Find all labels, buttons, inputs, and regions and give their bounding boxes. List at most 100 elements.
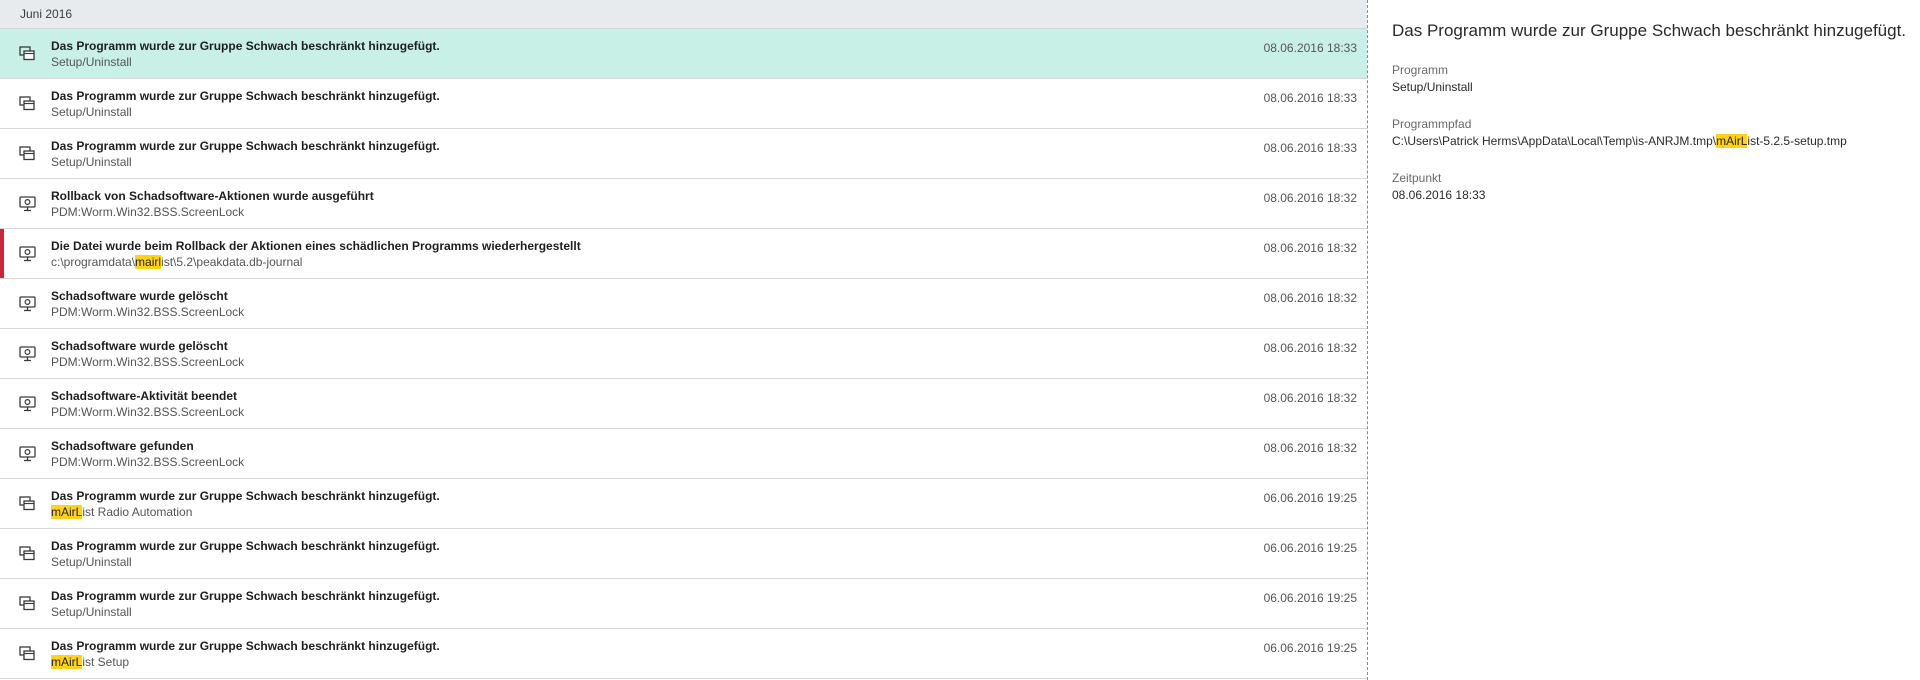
list-item-text: Das Programm wurde zur Gruppe Schwach be…: [51, 38, 1167, 70]
list-item-text: Das Programm wurde zur Gruppe Schwach be…: [51, 488, 1167, 520]
monitor-scan-icon: [19, 396, 37, 412]
group-header: Juni 2016: [0, 0, 1367, 29]
list-item[interactable]: Schadsoftware-Aktivität beendet PDM:Worm.…: [0, 379, 1367, 429]
list-item-subtitle-pre: c:\programdata\: [51, 255, 136, 269]
field-time-value: 08.06.2016 18:33: [1392, 188, 1486, 202]
monitor-scan-icon: [19, 196, 37, 212]
list-item-text: Die Datei wurde beim Rollback der Aktion…: [51, 238, 1167, 270]
field-program: Programm Setup/Uninstall: [1392, 62, 1912, 96]
monitor-scan-icon: [19, 296, 37, 312]
list-item-subtitle-pre: PDM:Worm.Win32.BSS.ScreenLock: [51, 355, 245, 369]
list-item[interactable]: Das Programm wurde zur Gruppe Schwach be…: [0, 629, 1367, 679]
list-item-subtitle: PDM:Worm.Win32.BSS.ScreenLock: [51, 204, 1167, 220]
app-window-icon: [19, 546, 37, 562]
app-window-icon: [19, 146, 37, 162]
list-item[interactable]: Schadsoftware gefunden PDM:Worm.Win32.BSS…: [0, 429, 1367, 479]
field-path-label: Programmpfad: [1392, 117, 1472, 131]
list-item-text: Schadsoftware-Aktivität beendet PDM:Worm.…: [51, 388, 1167, 420]
field-program-label: Programm: [1392, 63, 1449, 77]
field-program-value: Setup/Uninstall: [1392, 80, 1473, 94]
list-item-subtitle: PDM:Worm.Win32.BSS.ScreenLock: [51, 454, 1167, 470]
list-item-subtitle-pre: Setup/Uninstall: [51, 55, 132, 69]
list-item-title: Das Programm wurde zur Gruppe Schwach be…: [51, 39, 440, 53]
list-item-subtitle: Setup/Uninstall: [51, 154, 1167, 170]
list-item-text: Schadsoftware gefunden PDM:Worm.Win32.BSS…: [51, 438, 1167, 470]
list-item[interactable]: Schadsoftware wurde gelöscht PDM:Worm.Win…: [0, 279, 1367, 329]
list-item-title: Schadsoftware gefunden: [51, 439, 194, 453]
list-item-time: 08.06.2016 18:32: [1263, 191, 1357, 205]
list-item-text: Das Programm wurde zur Gruppe Schwach be…: [51, 638, 1167, 670]
list-item-time: 08.06.2016 18:32: [1263, 441, 1357, 455]
list-item-subtitle: PDM:Worm.Win32.BSS.ScreenLock: [51, 404, 1167, 420]
list-item-time: 08.06.2016 18:32: [1263, 241, 1357, 255]
list-item-subtitle-pre: Setup/Uninstall: [51, 105, 132, 119]
search-highlight: mairl: [135, 255, 162, 269]
field-time-label: Zeitpunkt: [1392, 171, 1442, 185]
monitor-scan-icon: [19, 346, 37, 362]
list-item-time: 08.06.2016 18:33: [1263, 91, 1357, 105]
list-item[interactable]: Rollback von Schadsoftware-Aktionen wurd…: [0, 179, 1367, 229]
app-window: Juni 2016 Das Programm wurde zur Gruppe …: [0, 0, 1920, 680]
list-item-text: Rollback von Schadsoftware-Aktionen wurd…: [51, 188, 1167, 220]
event-rows: Das Programm wurde zur Gruppe Schwach be…: [0, 29, 1367, 679]
group-header-label: Juni 2016: [20, 7, 73, 21]
list-item-time: 08.06.2016 18:32: [1263, 391, 1357, 405]
event-list[interactable]: Juni 2016 Das Programm wurde zur Gruppe …: [0, 0, 1368, 680]
list-item-time: 06.06.2016 19:25: [1263, 541, 1357, 555]
field-path: Programmpfad C:\Users\Patrick Herms\AppD…: [1392, 116, 1912, 150]
list-item-time: 08.06.2016 18:33: [1263, 141, 1357, 155]
list-item-title: Schadsoftware wurde gelöscht: [51, 289, 228, 303]
list-item-text: Schadsoftware wurde gelöscht PDM:Worm.Win…: [51, 288, 1167, 320]
list-item-time: 08.06.2016 18:32: [1263, 341, 1357, 355]
list-item[interactable]: Schadsoftware wurde gelöscht PDM:Worm.Win…: [0, 329, 1367, 379]
field-path-pre: C:\Users\Patrick Herms\AppData\Local\Tem…: [1392, 134, 1717, 148]
field-path-value: C:\Users\Patrick Herms\AppData\Local\Tem…: [1392, 132, 1912, 150]
app-window-icon: [19, 496, 37, 512]
list-item-subtitle: mAirList Setup: [51, 654, 1167, 670]
field-time: Zeitpunkt 08.06.2016 18:33: [1392, 170, 1912, 204]
list-item-subtitle-pre: PDM:Worm.Win32.BSS.ScreenLock: [51, 455, 245, 469]
list-item-title: Schadsoftware-Aktivität beendet: [51, 389, 238, 403]
list-item-text: Das Programm wurde zur Gruppe Schwach be…: [51, 88, 1167, 120]
app-window-icon: [19, 46, 37, 62]
list-item-text: Das Programm wurde zur Gruppe Schwach be…: [51, 138, 1167, 170]
list-item-time: 08.06.2016 18:33: [1263, 41, 1357, 55]
list-item[interactable]: Das Programm wurde zur Gruppe Schwach be…: [0, 479, 1367, 529]
list-item[interactable]: Das Programm wurde zur Gruppe Schwach be…: [0, 79, 1367, 129]
list-item-title: Schadsoftware wurde gelöscht: [51, 339, 228, 353]
list-item-title: Das Programm wurde zur Gruppe Schwach be…: [51, 639, 440, 653]
list-item-subtitle: Setup/Uninstall: [51, 54, 1167, 70]
list-item-subtitle-pre: Setup/Uninstall: [51, 555, 132, 569]
list-item-subtitle-pre: PDM:Worm.Win32.BSS.ScreenLock: [51, 405, 245, 419]
list-item[interactable]: Die Datei wurde beim Rollback der Aktion…: [0, 229, 1367, 279]
list-item-subtitle-post: ist Setup: [82, 655, 130, 669]
list-item-subtitle-post: ist Radio Automation: [82, 505, 193, 519]
field-path-post: ist-5.2.5-setup.tmp: [1747, 134, 1847, 148]
list-item-subtitle-pre: PDM:Worm.Win32.BSS.ScreenLock: [51, 205, 245, 219]
list-item-text: Das Programm wurde zur Gruppe Schwach be…: [51, 588, 1167, 620]
monitor-scan-icon: [19, 246, 37, 262]
list-item-time: 06.06.2016 19:25: [1263, 641, 1357, 655]
list-item[interactable]: Das Programm wurde zur Gruppe Schwach be…: [0, 129, 1367, 179]
search-highlight: mAirL: [51, 505, 83, 519]
list-item-title: Rollback von Schadsoftware-Aktionen wurd…: [51, 189, 374, 203]
list-item-subtitle: Setup/Uninstall: [51, 104, 1167, 120]
list-item-subtitle: Setup/Uninstall: [51, 604, 1167, 620]
monitor-scan-icon: [19, 446, 37, 462]
list-item-subtitle-post: ist\5.2\peakdata.db-journal: [161, 255, 303, 269]
list-item-subtitle-pre: Setup/Uninstall: [51, 155, 132, 169]
list-item-title: Das Programm wurde zur Gruppe Schwach be…: [51, 139, 440, 153]
app-window-icon: [19, 596, 37, 612]
list-item-subtitle: c:\programdata\mairlist\5.2\peakdata.db-…: [51, 254, 1167, 270]
list-item-subtitle: Setup/Uninstall: [51, 554, 1167, 570]
list-item-title: Das Programm wurde zur Gruppe Schwach be…: [51, 489, 440, 503]
list-item[interactable]: Das Programm wurde zur Gruppe Schwach be…: [0, 579, 1367, 629]
list-item-title: Das Programm wurde zur Gruppe Schwach be…: [51, 89, 440, 103]
list-item[interactable]: Das Programm wurde zur Gruppe Schwach be…: [0, 29, 1367, 79]
list-item-text: Das Programm wurde zur Gruppe Schwach be…: [51, 538, 1167, 570]
details-title: Das Programm wurde zur Gruppe Schwach be…: [1392, 21, 1907, 40]
list-item-text: Schadsoftware wurde gelöscht PDM:Worm.Win…: [51, 338, 1167, 370]
list-item[interactable]: Das Programm wurde zur Gruppe Schwach be…: [0, 529, 1367, 579]
list-item-time: 06.06.2016 19:25: [1263, 491, 1357, 505]
list-item-subtitle-pre: Setup/Uninstall: [51, 605, 132, 619]
